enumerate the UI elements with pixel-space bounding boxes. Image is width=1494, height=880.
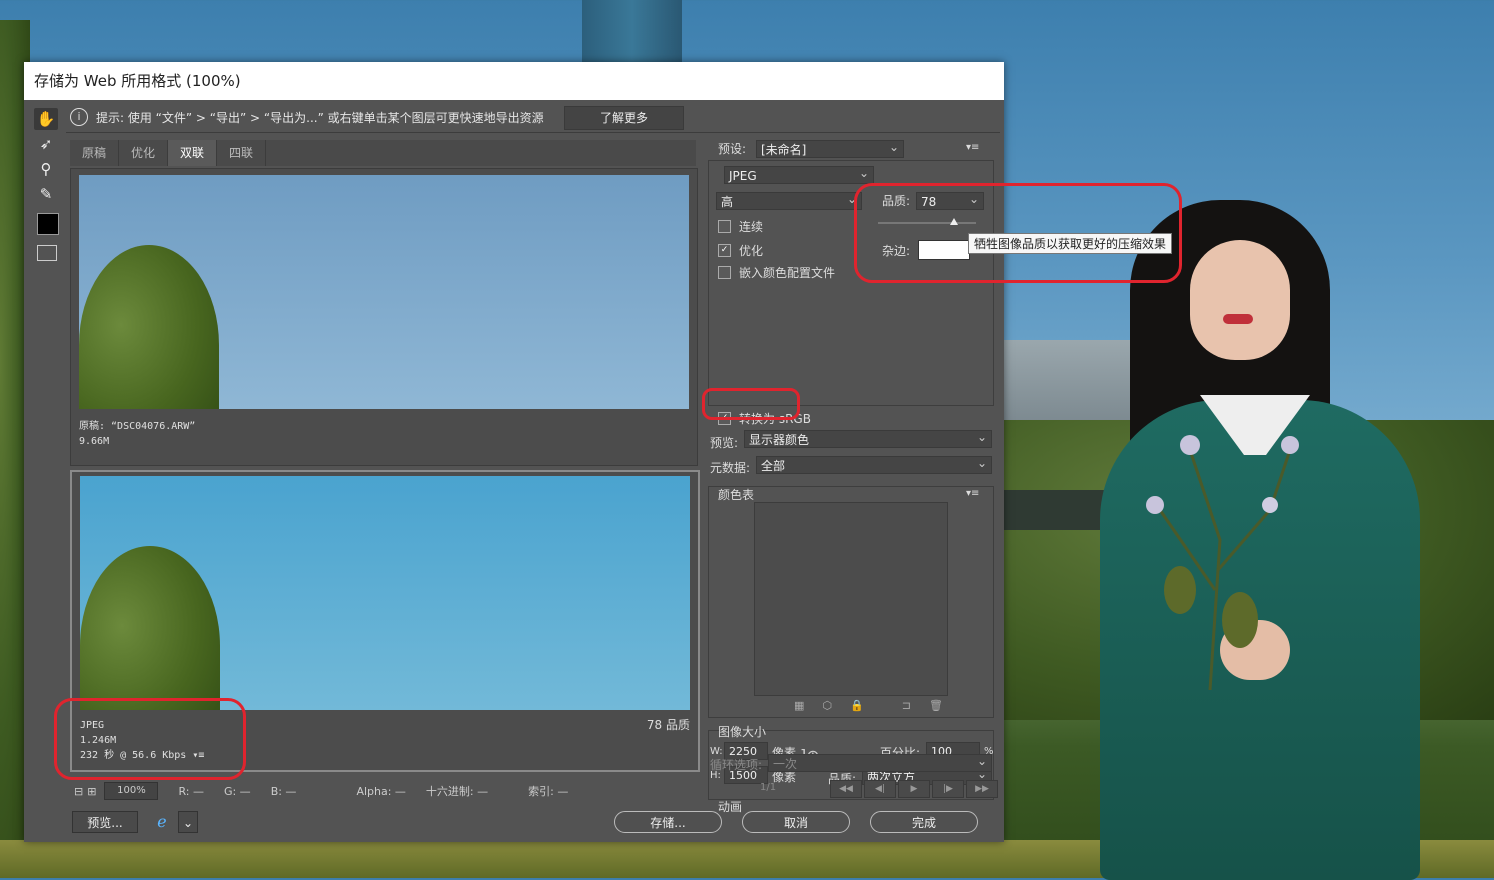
original-size: 9.66M	[79, 436, 110, 447]
original-info: 原稿: “DSC04076.ARW” 9.66M	[79, 419, 195, 449]
optimized-label: 优化	[739, 244, 764, 258]
preview-label: 预览:	[710, 436, 739, 450]
bg-building	[582, 0, 682, 62]
alpha-readout: Alpha: —	[356, 784, 406, 798]
animation-controls: ◀◀ ◀| ▶ |▶ ▶▶	[830, 780, 998, 798]
embed-profile-checkbox[interactable]	[718, 266, 731, 279]
green-readout: G: —	[223, 784, 251, 798]
tab-4-up[interactable]: 四联	[217, 140, 267, 166]
learn-more-button[interactable]: 了解更多	[564, 106, 684, 130]
cancel-button[interactable]: 取消	[742, 811, 850, 833]
eyedropper-tool-icon[interactable]: ✎	[34, 183, 58, 205]
color-table-menu-icon[interactable]: ▾≡	[966, 488, 979, 499]
highlight-quality	[854, 183, 1182, 283]
progressive-label: 连续	[739, 220, 764, 234]
tab-optimized[interactable]: 优化	[119, 140, 169, 166]
loop-label: 循环选项:	[710, 758, 763, 772]
preset-select[interactable]: [未命名]	[756, 138, 904, 158]
highlight-file-info	[54, 698, 246, 780]
last-frame-icon[interactable]: ▶▶	[966, 780, 998, 798]
view-tabs: 原稿 优化 双联 四联	[70, 140, 696, 166]
status-bar: ⊟ ⊞ 100% R: — G: — B: — Alpha: — 十六进制: —…	[74, 780, 700, 802]
metadata-label: 元数据:	[710, 461, 751, 475]
embed-profile-label: 嵌入颜色配置文件	[739, 266, 836, 280]
original-image[interactable]	[79, 175, 689, 409]
save-button[interactable]: 存储...	[614, 811, 722, 833]
tree-in-image	[80, 546, 220, 710]
color-table	[754, 502, 948, 696]
map-to-web-icon[interactable]: ▦	[794, 699, 804, 712]
zoom-tool-icon[interactable]: ⚲	[34, 158, 58, 180]
hint-text: 提示: 使用 “文件” > “导出” > “导出为...” 或右键单击某个图层可…	[96, 110, 544, 125]
progressive-checkbox[interactable]	[718, 220, 731, 233]
lock-icon[interactable]: 🔒	[850, 699, 864, 712]
slice-select-tool-icon[interactable]: ➶	[34, 133, 58, 155]
preview-button[interactable]: 预览...	[72, 811, 138, 833]
play-icon[interactable]: ▶	[898, 780, 930, 798]
hand-tool-icon[interactable]: ✋	[34, 108, 58, 130]
hint-bar: i 提示: 使用 “文件” > “导出” > “导出为...” 或右键单击某个图…	[66, 102, 1000, 133]
hex-readout: 十六进制: —	[425, 785, 489, 798]
preview-select[interactable]: 显示器颜色	[744, 428, 992, 448]
subject-lips	[1223, 314, 1253, 324]
tab-original[interactable]: 原稿	[70, 140, 120, 166]
original-filename: 原稿: “DSC04076.ARW”	[79, 421, 196, 432]
next-frame-icon[interactable]: |▶	[932, 780, 964, 798]
first-frame-icon[interactable]: ◀◀	[830, 780, 862, 798]
browser-icon[interactable]: ℯ	[148, 811, 176, 833]
new-color-icon[interactable]: ⊐	[902, 699, 911, 712]
frame-counter: 1/1	[760, 782, 777, 793]
blue-readout: B: —	[270, 784, 297, 798]
eyedropper-color-swatch[interactable]	[37, 213, 59, 235]
prev-frame-icon[interactable]: ◀|	[864, 780, 896, 798]
loop-select[interactable]: 一次	[768, 752, 992, 772]
metadata-select[interactable]: 全部	[756, 454, 992, 474]
optimized-checkbox[interactable]: ✓	[718, 244, 731, 257]
info-icon: i	[70, 108, 88, 126]
tools-panel: ✋ ➶ ⚲ ✎	[32, 106, 60, 786]
web-safe-icon[interactable]: ⬡	[822, 699, 832, 712]
original-preview-pane: 原稿: “DSC04076.ARW” 9.66M	[70, 168, 698, 466]
zoom-out-icon[interactable]: ⊟	[74, 785, 83, 798]
format-select[interactable]: JPEG	[724, 164, 874, 184]
animation-title: 动画	[718, 800, 743, 814]
subject-face	[1190, 240, 1290, 360]
image-size-title: 图像大小	[718, 725, 767, 739]
trash-icon[interactable]: 🗑	[929, 699, 943, 712]
tree-in-image	[79, 245, 219, 409]
optimize-menu-icon[interactable]: ▾≡	[966, 142, 979, 153]
preset-label: 预设:	[718, 142, 747, 156]
index-readout: 索引: —	[528, 785, 569, 798]
color-table-actions: ▦ ⬡ 🔒 ⊐ 🗑	[794, 699, 943, 712]
dialog-title: 存储为 Web 所用格式 (100%)	[24, 62, 1004, 100]
color-table-title: 颜色表	[718, 488, 755, 502]
toggle-slices-icon[interactable]	[37, 245, 57, 261]
zoom-select[interactable]: 100%	[104, 782, 159, 800]
optimized-image[interactable]	[80, 476, 690, 710]
done-button[interactable]: 完成	[870, 811, 978, 833]
zoom-in-icon[interactable]: ⊞	[87, 785, 96, 798]
browser-dropdown-icon[interactable]: ⌄	[178, 811, 198, 833]
compression-select[interactable]: 高	[716, 190, 862, 210]
flowers	[1146, 435, 1299, 690]
tab-2-up[interactable]: 双联	[168, 140, 218, 166]
red-readout: R: —	[178, 784, 204, 798]
highlight-metadata	[702, 388, 800, 420]
optimized-quality: 78 品质	[646, 718, 690, 732]
dialog-footer: 预览... ℯ ⌄ 存储... 取消 完成	[24, 807, 1004, 842]
